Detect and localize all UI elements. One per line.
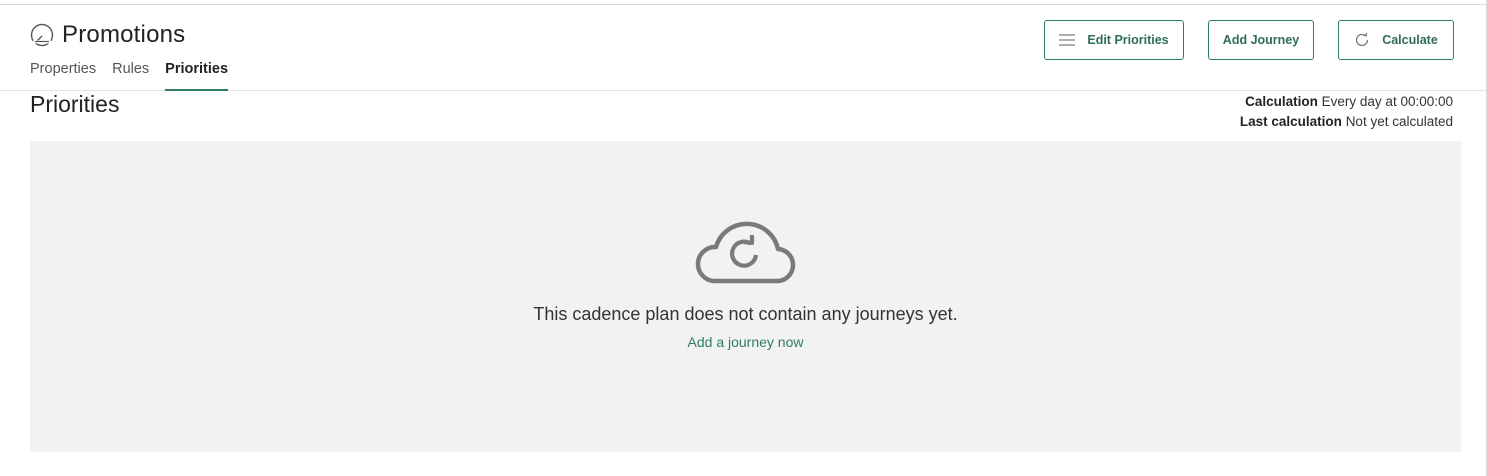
calculate-button[interactable]: Calculate bbox=[1338, 20, 1454, 60]
add-journey-button[interactable]: Add Journey bbox=[1208, 20, 1314, 60]
speedometer-icon bbox=[30, 23, 54, 47]
page: Promotions Properties Rules Priorities E… bbox=[0, 0, 1487, 476]
cloud-refresh-icon bbox=[694, 217, 796, 285]
edit-priorities-label: Edit Priorities bbox=[1087, 33, 1169, 47]
page-header: Promotions Properties Rules Priorities E… bbox=[0, 5, 1486, 91]
page-title: Promotions bbox=[62, 21, 186, 48]
calculation-label: Calculation bbox=[1245, 94, 1318, 109]
calculation-info: Calculation Every day at 00:00:00 Last c… bbox=[1240, 92, 1453, 132]
menu-lines-icon bbox=[1059, 34, 1076, 46]
tab-properties[interactable]: Properties bbox=[30, 60, 96, 91]
empty-state-panel: This cadence plan does not contain any j… bbox=[30, 141, 1461, 452]
calculation-row: Calculation Every day at 00:00:00 bbox=[1240, 92, 1453, 112]
tab-bar: Properties Rules Priorities bbox=[30, 60, 244, 91]
tab-priorities[interactable]: Priorities bbox=[165, 60, 229, 91]
tab-rules[interactable]: Rules bbox=[112, 60, 149, 91]
section-title: Priorities bbox=[30, 91, 120, 117]
last-calculation-row: Last calculation Not yet calculated bbox=[1240, 112, 1453, 132]
edit-priorities-button[interactable]: Edit Priorities bbox=[1044, 20, 1184, 60]
last-calculation-label: Last calculation bbox=[1239, 114, 1342, 129]
calculation-value: Every day at 00:00:00 bbox=[1321, 94, 1453, 109]
add-journey-link[interactable]: Add a journey now bbox=[30, 334, 1461, 350]
last-calculation-value: Not yet calculated bbox=[1345, 114, 1453, 129]
empty-state-message: This cadence plan does not contain any j… bbox=[533, 304, 958, 324]
calculate-label: Calculate bbox=[1382, 33, 1438, 47]
title-row: Promotions bbox=[30, 21, 185, 49]
add-journey-label: Add Journey bbox=[1222, 33, 1300, 47]
refresh-icon bbox=[1354, 32, 1370, 48]
